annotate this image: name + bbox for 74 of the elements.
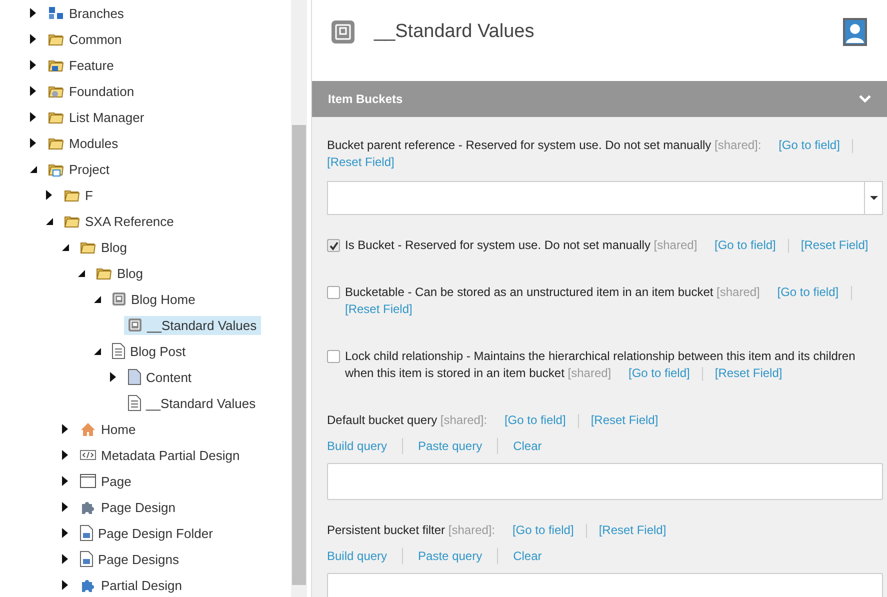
expand-triangle-icon[interactable]: [30, 34, 36, 44]
tree-item[interactable]: Foundation: [44, 81, 138, 101]
tree-item[interactable]: Branches: [44, 3, 128, 23]
tree-item[interactable]: Project: [44, 159, 114, 179]
tree-item[interactable]: Blog: [92, 263, 148, 283]
tree-item[interactable]: Page Design Folder: [76, 523, 217, 543]
tree-item[interactable]: SXA Reference: [60, 211, 178, 231]
collapse-triangle-icon[interactable]: [78, 270, 85, 276]
tree-item[interactable]: __Standard Values: [124, 393, 260, 413]
document-icon: [112, 343, 125, 359]
field-label: Bucket parent reference - Reserved for system use. Do not set manually [shared]: [Go to field] [Reset Field]: [327, 137, 883, 171]
collapse-triangle-icon[interactable]: [94, 348, 101, 354]
collapse-triangle-icon[interactable]: [46, 218, 53, 224]
user-avatar-icon[interactable]: [843, 18, 867, 46]
tree-item[interactable]: Content: [124, 367, 196, 387]
puzzle-icon: [80, 499, 96, 515]
tree-item[interactable]: Blog Home: [108, 290, 200, 308]
tree-item[interactable]: Blog: [76, 237, 132, 257]
tree-item[interactable]: Partial Design: [76, 575, 186, 595]
expand-triangle-icon[interactable]: [30, 112, 36, 122]
tree-item[interactable]: List Manager: [44, 107, 148, 127]
dropdown-field[interactable]: [327, 181, 883, 215]
query-input-field[interactable]: [327, 463, 883, 500]
expand-triangle-icon[interactable]: [30, 8, 36, 18]
document-icon: [128, 395, 141, 411]
expand-triangle-icon[interactable]: [30, 60, 36, 70]
template-icon: [331, 20, 355, 44]
collapse-triangle-icon[interactable]: [94, 296, 101, 302]
puzzle-icon: [80, 577, 96, 593]
document-icon: [80, 551, 93, 567]
template-icon: [128, 318, 142, 332]
expand-triangle-icon[interactable]: [30, 138, 36, 148]
caret-icon[interactable]: [870, 196, 878, 200]
tree-item[interactable]: Feature: [44, 55, 118, 75]
expand-triangle-icon[interactable]: [62, 450, 68, 460]
expand-triangle-icon[interactable]: [62, 476, 68, 486]
expand-triangle-icon[interactable]: [30, 86, 36, 96]
tree-item[interactable]: Home: [76, 420, 140, 438]
tree-item[interactable]: Page: [76, 472, 136, 490]
expand-triangle-icon[interactable]: [62, 580, 68, 590]
document-icon: [128, 369, 141, 385]
tree-item[interactable]: Blog Post: [108, 341, 190, 361]
collapse-triangle-icon[interactable]: [62, 244, 69, 250]
expand-triangle-icon[interactable]: [110, 372, 116, 382]
expand-triangle-icon[interactable]: [62, 424, 68, 434]
window-icon: [80, 474, 96, 488]
scrollbar-thumb[interactable]: [292, 125, 306, 585]
field-label: Lock child relationship - Maintains the hierarchical relationship between this item and its children when this item is stored in an item bucket [shared] [Go to field] [Reset Field]: [345, 348, 856, 382]
expand-triangle-icon[interactable]: [46, 190, 52, 200]
expand-triangle-icon[interactable]: [62, 554, 68, 564]
tree-item[interactable]: __Standard Values: [124, 316, 261, 334]
checkbox[interactable]: [327, 350, 340, 363]
tree-item[interactable]: Modules: [44, 133, 122, 153]
tree-item[interactable]: Page Designs: [76, 549, 183, 569]
expand-triangle-icon[interactable]: [62, 502, 68, 512]
tree-item[interactable]: Metadata Partial Design: [76, 446, 244, 464]
field-label: Is Bucket - Reserved for system use. Do not set manually [shared] [Go to field] [Reset Field]: [345, 237, 868, 254]
checkbox[interactable]: [327, 286, 340, 299]
tree-item[interactable]: Page Design: [76, 497, 180, 517]
item-title: __Standard Values: [374, 20, 536, 44]
field-label: Persistent bucket filter [shared]: [Go to field] [Reset Field]: [327, 522, 666, 539]
tree-item[interactable]: Common: [44, 29, 126, 49]
field-label: Bucketable - Can be stored as an unstructured item in an item bucket [shared] [Go to field] [Reset Field]: [345, 284, 883, 318]
document-icon: [80, 525, 93, 541]
checkbox[interactable]: [327, 239, 340, 252]
tree-item[interactable]: F: [60, 185, 97, 205]
code-icon: [80, 450, 96, 460]
template-icon: [112, 292, 126, 306]
house-icon: [80, 422, 96, 436]
branch-icon: [48, 5, 64, 21]
field-label: Default bucket query [shared]: [Go to field] [Reset Field]: [327, 412, 658, 429]
collapse-triangle-icon[interactable]: [30, 166, 37, 172]
expand-triangle-icon[interactable]: [62, 528, 68, 538]
chevron-icon[interactable]: [859, 95, 871, 103]
